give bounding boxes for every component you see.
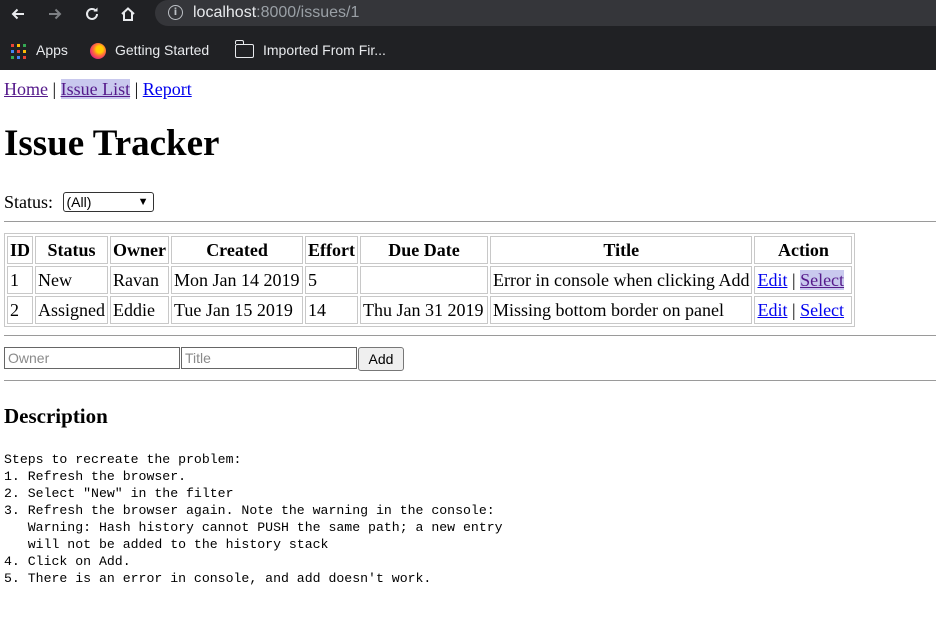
apps-grid-icon — [11, 43, 26, 59]
forward-icon[interactable] — [44, 3, 66, 25]
cell-effort: 14 — [305, 296, 358, 324]
page-content: Home | Issue List | Report Issue Tracker… — [0, 70, 936, 618]
edit-link[interactable]: Edit — [757, 300, 787, 320]
owner-input[interactable] — [4, 347, 180, 369]
cell-effort: 5 — [305, 266, 358, 294]
select-link[interactable]: Select — [800, 270, 845, 290]
column-header-id: ID — [7, 236, 34, 264]
action-separator: | — [791, 300, 796, 320]
title-input[interactable] — [181, 347, 357, 369]
cell-id: 2 — [7, 296, 34, 324]
site-info-icon[interactable]: i — [168, 5, 183, 20]
column-header-effort: Effort — [305, 236, 358, 264]
description-heading: Description — [4, 404, 108, 428]
nav-separator: | — [52, 79, 57, 99]
back-icon[interactable] — [7, 3, 29, 25]
description-body: Steps to recreate the problem: 1. Refres… — [4, 452, 503, 586]
bookmark-imported-folder[interactable]: Imported From Fir... — [234, 39, 386, 61]
column-header-title: Title — [490, 236, 753, 264]
action-separator: | — [791, 270, 796, 290]
nav-report-link[interactable]: Report — [143, 79, 192, 99]
issue-add-form: Add — [4, 347, 404, 371]
browser-toolbar: i localhost:8000/issues/1 — [0, 0, 936, 29]
select-link[interactable]: Select — [800, 300, 844, 320]
cell-owner: Ravan — [110, 266, 170, 294]
cell-action: Edit | Select — [754, 296, 853, 324]
divider — [4, 335, 936, 336]
column-header-created: Created — [171, 236, 304, 264]
bookmark-apps[interactable]: Apps — [11, 39, 68, 61]
cell-title: Missing bottom border on panel — [490, 296, 753, 324]
address-bar[interactable]: i localhost:8000/issues/1 — [155, 0, 936, 26]
nav-bar: Home | Issue List | Report — [4, 79, 192, 99]
nav-separator: | — [134, 79, 139, 99]
browser-chrome: i localhost:8000/issues/1 Apps Getting S… — [0, 0, 936, 70]
add-button[interactable]: Add — [358, 347, 404, 371]
column-header-due-date: Due Date — [360, 236, 488, 264]
divider — [4, 221, 936, 222]
cell-id: 1 — [7, 266, 34, 294]
column-header-owner: Owner — [110, 236, 170, 264]
nav-issue-list-link[interactable]: Issue List — [60, 79, 131, 99]
column-header-status: Status — [35, 236, 109, 264]
issue-table: ID Status Owner Created Effort Due Date … — [4, 233, 856, 327]
cell-status: Assigned — [35, 296, 109, 324]
bookmark-label: Imported From Fir... — [263, 42, 386, 58]
reload-icon[interactable] — [81, 3, 103, 25]
cell-due-date: Thu Jan 31 2019 — [360, 296, 488, 324]
status-filter-label: Status: — [4, 192, 54, 212]
nav-home-link[interactable]: Home — [4, 79, 48, 99]
cell-created: Mon Jan 14 2019 — [171, 266, 304, 294]
firefox-icon — [90, 43, 106, 60]
page-title: Issue Tracker — [4, 123, 220, 164]
table-row: 2 Assigned Eddie Tue Jan 15 2019 14 Thu … — [7, 296, 853, 324]
folder-icon — [234, 40, 254, 59]
table-row: 1 New Ravan Mon Jan 14 2019 5 Error in c… — [7, 266, 853, 294]
cell-due-date — [360, 266, 488, 294]
chevron-down-icon: ▼ — [137, 196, 149, 208]
cell-created: Tue Jan 15 2019 — [171, 296, 304, 324]
column-header-action: Action — [754, 236, 853, 264]
url-host: localhost — [193, 4, 257, 21]
edit-link[interactable]: Edit — [757, 270, 787, 290]
cell-title: Error in console when clicking Add — [490, 266, 753, 294]
bookmarks-bar: Apps Getting Started Imported From Fir..… — [0, 35, 936, 65]
url-text: localhost:8000/issues/1 — [193, 3, 359, 23]
bookmark-label: Apps — [36, 42, 68, 58]
cell-owner: Eddie — [110, 296, 170, 324]
cell-action: Edit | Select — [754, 266, 853, 294]
cell-status: New — [35, 266, 109, 294]
issue-filter: Status: (All) ▼ — [4, 191, 154, 213]
table-header-row: ID Status Owner Created Effort Due Date … — [7, 236, 853, 264]
status-filter-select[interactable]: (All) ▼ — [62, 192, 154, 212]
status-filter-value: (All) — [66, 194, 92, 210]
url-path: :8000/issues/1 — [256, 4, 360, 21]
divider — [4, 380, 936, 381]
bookmark-getting-started[interactable]: Getting Started — [90, 39, 209, 61]
home-icon[interactable] — [117, 3, 139, 25]
bookmark-label: Getting Started — [115, 42, 210, 58]
